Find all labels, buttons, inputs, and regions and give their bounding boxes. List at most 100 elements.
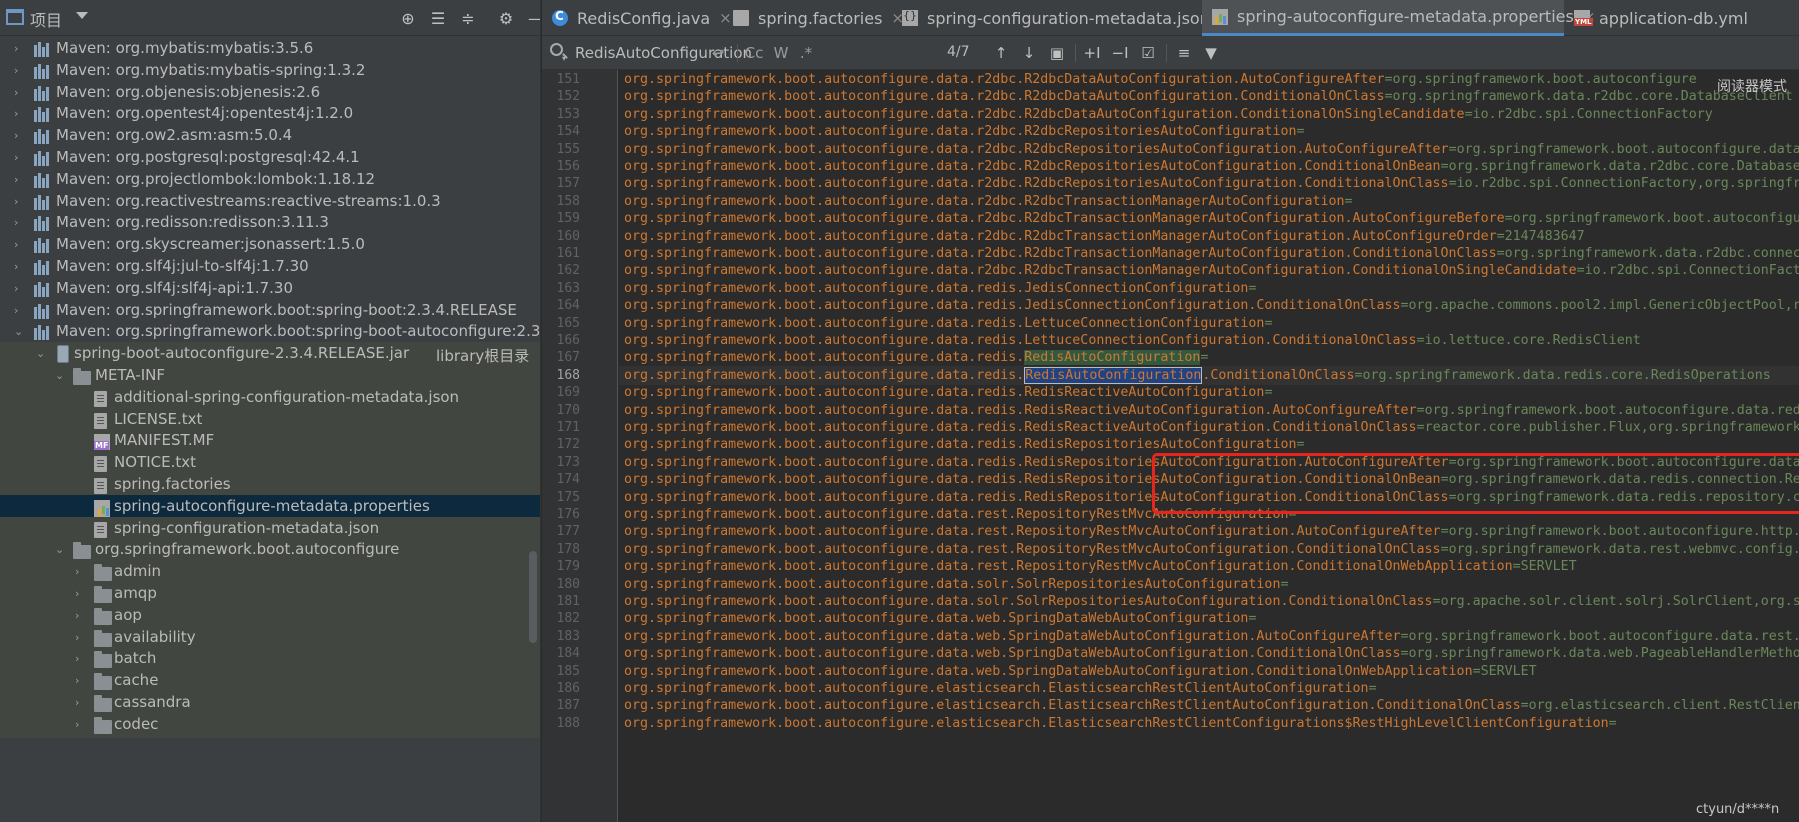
chevron-right-icon[interactable]: › [75, 566, 85, 577]
match-case-icon[interactable]: Cc [742, 42, 766, 64]
code-line[interactable]: org.springframework.boot.autoconfigure.d… [624, 296, 1799, 315]
remove-occurrence-icon[interactable]: −I [1108, 42, 1132, 64]
chevron-right-icon[interactable]: › [75, 675, 85, 686]
chevron-right-icon[interactable]: › [14, 217, 24, 228]
code-line[interactable]: org.springframework.boot.autoconfigure.d… [624, 122, 1304, 141]
chevron-right-icon[interactable]: › [14, 152, 24, 163]
chevron-right-icon[interactable]: › [75, 719, 85, 730]
tab-application-db-yml[interactable]: application-db.yml [1564, 0, 1799, 36]
chevron-right-icon[interactable]: › [14, 130, 24, 141]
chevron-right-icon[interactable]: › [14, 261, 24, 272]
chevron-right-icon[interactable]: › [14, 43, 24, 54]
chevron-right-icon[interactable]: › [14, 87, 24, 98]
search-history-icon[interactable]: ▾ [562, 54, 566, 63]
code-line[interactable]: org.springframework.boot.autoconfigure.d… [624, 609, 1256, 628]
chevron-down-icon[interactable]: ⌄ [14, 326, 24, 337]
code-line[interactable]: org.springframework.boot.autoconfigure.d… [624, 244, 1799, 263]
property-value: io.r2dbc.spi.ConnectionFactory,org.sprin… [1456, 176, 1799, 192]
tab-spring-autoconfigure-metadata-properties[interactable]: spring-autoconfigure-metadata.properties… [1202, 0, 1595, 36]
tab-spring-configuration-metadata-json[interactable]: spring-configuration-metadata.json × [892, 0, 1231, 36]
code-line[interactable]: org.springframework.boot.autoconfigure.d… [624, 209, 1799, 228]
property-key: org.springframework.boot.autoconfigure.d… [624, 246, 1497, 261]
equals-sign: = [1296, 437, 1305, 453]
tree-item-label: admin [114, 562, 161, 581]
code-line[interactable]: org.springframework.boot.autoconfigure.d… [624, 662, 1537, 681]
prev-occurrence-icon[interactable]: ↑ [990, 42, 1012, 64]
reader-mode-toggle[interactable]: 阅读器模式 [1717, 76, 1787, 96]
code-line[interactable]: org.springframework.boot.autoconfigure.d… [624, 140, 1799, 159]
chevron-right-icon[interactable]: › [14, 239, 24, 250]
code-line[interactable]: org.springframework.boot.autoconfigure.d… [624, 314, 1272, 333]
chevron-right-icon[interactable]: › [75, 697, 85, 708]
code-line[interactable]: org.springframework.boot.autoconfigure.e… [624, 714, 1617, 733]
add-occurrence-icon[interactable]: +I [1080, 42, 1104, 64]
code-line[interactable]: org.springframework.boot.autoconfigure.d… [624, 557, 1577, 576]
expand-all-icon[interactable]: ☰ [426, 6, 450, 30]
code-line[interactable]: org.springframework.boot.autoconfigure.d… [624, 192, 1353, 211]
code-line[interactable]: org.springframework.boot.autoconfigure.d… [624, 401, 1799, 420]
chevron-right-icon[interactable]: › [14, 283, 24, 294]
property-key: org.springframework.boot.autoconfigure.e… [624, 715, 1609, 731]
property-key: org.springframework.boot.autoconfigure.d… [624, 124, 1297, 140]
code-line[interactable]: org.springframework.boot.autoconfigure.d… [624, 383, 1272, 402]
code-line[interactable]: org.springframework.boot.autoconfigure.d… [624, 348, 1208, 367]
chevron-right-icon[interactable]: › [14, 108, 24, 119]
code-line[interactable]: org.springframework.boot.autoconfigure.d… [624, 70, 1697, 89]
hide-panel-icon[interactable]: — [524, 6, 540, 30]
code-line[interactable]: org.springframework.boot.autoconfigure.d… [619, 365, 1799, 385]
code-line[interactable]: org.springframework.boot.autoconfigure.d… [624, 522, 1799, 541]
chevron-right-icon[interactable]: › [14, 65, 24, 76]
code-line[interactable]: org.springframework.boot.autoconfigure.e… [624, 696, 1799, 715]
chevron-down-icon[interactable]: ⌄ [55, 544, 65, 555]
chevron-right-icon[interactable]: › [75, 588, 85, 599]
multiline-icon[interactable]: ≡ [1172, 42, 1196, 64]
collapse-all-icon[interactable]: ≑ [456, 6, 480, 30]
chevron-down-icon[interactable] [76, 12, 88, 19]
next-occurrence-icon[interactable]: ↓ [1018, 42, 1040, 64]
code-line[interactable]: org.springframework.boot.autoconfigure.d… [624, 644, 1799, 663]
folder-icon [94, 673, 112, 691]
library-icon [34, 325, 51, 341]
tab-spring-factories[interactable]: spring.factories × [723, 0, 904, 36]
tree-scrollbar[interactable] [529, 551, 537, 643]
code-line[interactable]: org.springframework.boot.autoconfigure.d… [624, 279, 1256, 298]
filter-icon[interactable]: ▼ [1200, 42, 1222, 64]
regex-icon[interactable]: .* [796, 42, 816, 64]
code-line[interactable]: org.springframework.boot.autoconfigure.e… [624, 679, 1377, 698]
select-all-occurrences-icon[interactable]: ▣ [1046, 42, 1068, 64]
chevron-right-icon[interactable]: › [75, 653, 85, 664]
code-line[interactable]: org.springframework.boot.autoconfigure.d… [624, 331, 1641, 350]
code-line[interactable]: org.springframework.boot.autoconfigure.d… [624, 575, 1288, 594]
library-icon [34, 107, 51, 123]
code-line[interactable]: org.springframework.boot.autoconfigure.d… [624, 627, 1799, 646]
tree-item-label: LICENSE.txt [114, 409, 203, 428]
chevron-right-icon[interactable]: › [14, 196, 24, 207]
code-line[interactable]: org.springframework.boot.autoconfigure.d… [624, 540, 1799, 559]
line-number: 180 [556, 576, 580, 592]
chevron-down-icon[interactable]: ⌄ [36, 348, 46, 359]
chevron-right-icon[interactable]: › [75, 610, 85, 621]
code-line[interactable]: org.springframework.boot.autoconfigure.d… [624, 227, 1585, 246]
code-line[interactable]: org.springframework.boot.autoconfigure.d… [624, 261, 1799, 280]
equals-sign: = [1472, 663, 1481, 679]
words-icon[interactable]: W [770, 42, 792, 64]
locate-icon[interactable]: ⊕ [396, 6, 420, 30]
project-title[interactable]: 项目 [30, 7, 62, 31]
chevron-right-icon[interactable]: › [14, 305, 24, 316]
code-line[interactable]: org.springframework.boot.autoconfigure.d… [624, 592, 1799, 611]
chevron-down-icon[interactable]: ⌄ [55, 370, 65, 381]
chevron-right-icon[interactable]: › [14, 174, 24, 185]
code-line[interactable]: org.springframework.boot.autoconfigure.d… [624, 157, 1799, 176]
chevron-right-icon[interactable]: › [75, 632, 85, 643]
tree-item[interactable]: › codec [0, 712, 540, 738]
tab-redisconfig-java[interactable]: RedisConfig.java × [542, 0, 732, 36]
editor-area[interactable]: 151 152 153 154 155 156 157 158 159 160 161 162 163 1… [542, 70, 1799, 822]
code-line[interactable]: org.springframework.boot.autoconfigure.d… [624, 174, 1799, 193]
code-line[interactable]: org.springframework.boot.autoconfigure.d… [624, 87, 1793, 106]
toggle-selection-icon[interactable]: ☑ [1136, 42, 1160, 64]
regex-history-icon[interactable]: ↩ [708, 42, 728, 64]
code-line[interactable]: org.springframework.boot.autoconfigure.d… [624, 418, 1799, 437]
code-line[interactable]: org.springframework.boot.autoconfigure.d… [624, 105, 1713, 124]
code-line[interactable]: org.springframework.boot.autoconfigure.d… [624, 435, 1304, 454]
gear-icon[interactable]: ⚙ [494, 6, 518, 30]
